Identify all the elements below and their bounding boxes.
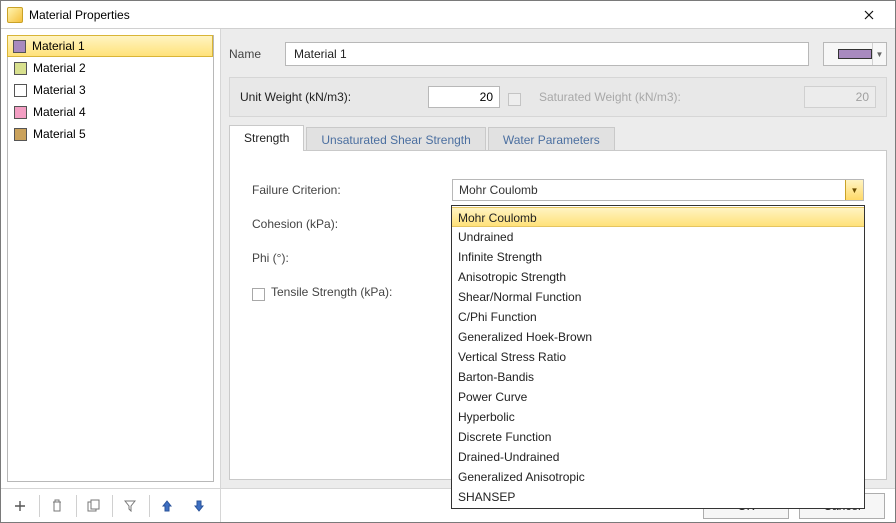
dropdown-option[interactable]: Drained-Undrained: [452, 447, 864, 467]
dropdown-option[interactable]: SHANSEP: [452, 487, 864, 507]
tab-water-parameters[interactable]: Water Parameters: [488, 127, 615, 151]
material-list-item[interactable]: Material 5: [8, 123, 213, 145]
strength-panel: Failure Criterion: Mohr Coulomb ▼ Cohesi…: [229, 150, 887, 480]
add-material-button[interactable]: [5, 492, 35, 520]
material-color-picker[interactable]: ▼: [823, 42, 887, 66]
dropdown-option[interactable]: Barton-Bandis: [452, 367, 864, 387]
material-list-item-label: Material 5: [33, 127, 86, 141]
failure-criterion-value: Mohr Coulomb: [459, 183, 538, 197]
dropdown-option[interactable]: Hyperbolic: [452, 407, 864, 427]
dropdown-option[interactable]: Infinite Strength: [452, 247, 864, 267]
failure-criterion-label: Failure Criterion:: [252, 183, 452, 197]
material-properties-dialog: Material Properties Material 1 Material 2…: [0, 0, 896, 523]
window-title: Material Properties: [29, 8, 849, 22]
close-button[interactable]: [849, 1, 889, 28]
failure-criterion-dropdown[interactable]: Mohr CoulombUndrainedInfinite StrengthAn…: [451, 205, 865, 509]
material-list[interactable]: Material 1 Material 2 Material 3 Material 4…: [7, 35, 214, 482]
material-list-item[interactable]: Material 1: [7, 35, 213, 57]
phi-label: Phi (°):: [252, 251, 452, 265]
material-swatch-icon: [14, 128, 27, 141]
filter-button[interactable]: [115, 492, 145, 520]
unit-weight-input[interactable]: [428, 86, 500, 108]
sidebar: Material 1 Material 2 Material 3 Material 4…: [1, 29, 221, 522]
material-swatch-icon: [14, 62, 27, 75]
dropdown-option[interactable]: Generalized Anisotropic: [452, 467, 864, 487]
saturated-weight-checkbox: [508, 93, 521, 106]
tab-unsaturated-shear-strength[interactable]: Unsaturated Shear Strength: [306, 127, 485, 151]
titlebar: Material Properties: [1, 1, 895, 29]
main-area: Name ▼ Unit Weight (kN/m3): Saturated We…: [221, 29, 895, 522]
move-down-button[interactable]: [184, 492, 214, 520]
unit-weight-block: Unit Weight (kN/m3): Saturated Weight (k…: [229, 77, 887, 117]
dropdown-option[interactable]: Anisotropic Strength: [452, 267, 864, 287]
material-swatch-icon: [14, 84, 27, 97]
material-swatch-icon: [14, 106, 27, 119]
copy-material-button[interactable]: [79, 492, 109, 520]
saturated-weight-value: 20: [804, 86, 876, 108]
unit-weight-label: Unit Weight (kN/m3):: [240, 90, 420, 104]
dropdown-option[interactable]: Shear/Normal Function: [452, 287, 864, 307]
tensile-strength-checkbox[interactable]: [252, 288, 265, 301]
material-list-item-label: Material 4: [33, 105, 86, 119]
chevron-down-icon: ▼: [872, 43, 886, 65]
material-list-container: Material 1 Material 2 Material 3 Material 4…: [1, 29, 220, 488]
material-swatch-icon: [13, 40, 26, 53]
tab-strength[interactable]: Strength: [229, 125, 304, 151]
name-label: Name: [229, 47, 277, 61]
dropdown-option[interactable]: Mohr Coulomb: [452, 207, 864, 227]
tensile-strength-label: Tensile Strength (kPa):: [271, 285, 392, 299]
dropdown-option[interactable]: Vertical Stress Ratio: [452, 347, 864, 367]
name-input[interactable]: [285, 42, 809, 66]
delete-material-button[interactable]: [42, 492, 72, 520]
dropdown-option[interactable]: C/Phi Function: [452, 307, 864, 327]
dropdown-option[interactable]: Discrete Function: [452, 427, 864, 447]
dropdown-option[interactable]: Undrained: [452, 227, 864, 247]
saturated-weight-label: Saturated Weight (kN/m3):: [539, 90, 681, 104]
move-up-button[interactable]: [152, 492, 182, 520]
app-icon: [7, 7, 23, 23]
material-list-item-label: Material 2: [33, 61, 86, 75]
sidebar-toolbar: [1, 488, 220, 522]
material-list-item[interactable]: Material 2: [8, 57, 213, 79]
material-list-item[interactable]: Material 4: [8, 101, 213, 123]
dropdown-option[interactable]: Generalized Hoek-Brown: [452, 327, 864, 347]
cohesion-label: Cohesion (kPa):: [252, 217, 452, 231]
tab-bar: StrengthUnsaturated Shear StrengthWater …: [229, 125, 887, 151]
failure-criterion-combo[interactable]: Mohr Coulomb ▼: [452, 179, 864, 201]
chevron-down-icon: ▼: [845, 180, 863, 200]
dropdown-option[interactable]: Power Curve: [452, 387, 864, 407]
material-list-item[interactable]: Material 3: [8, 79, 213, 101]
material-list-item-label: Material 1: [32, 39, 85, 53]
material-list-item-label: Material 3: [33, 83, 86, 97]
